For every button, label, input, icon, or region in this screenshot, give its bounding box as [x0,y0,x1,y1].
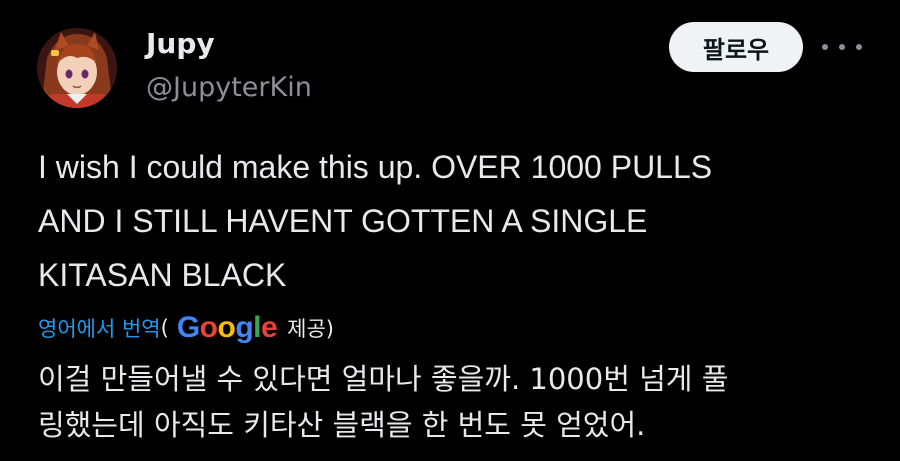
author-display-name[interactable]: Jupy [146,26,215,62]
translated-text: 이걸 만들어낼 수 있다면 얼마나 좋을까. 1000번 넘게 풀 링했는데 아… [38,356,888,448]
tweet-line: KITASAN BLACK [38,257,287,293]
google-logo: Google [176,311,278,344]
dot [839,44,845,50]
dot [856,44,862,50]
dot [822,44,828,50]
follow-button[interactable]: 팔로우 [669,22,803,72]
tweet-text: I wish I could make this up. OVER 1000 P… [38,140,888,302]
tweet-card: Jupy @JupyterKin 팔로우 I wish I could make… [0,0,900,461]
anime-girl-avatar-icon [37,28,117,108]
translated-line: 링했는데 아직도 키타산 블랙을 한 번도 못 얻었어. [38,408,646,442]
provided-by-label: 제공) [287,317,335,341]
avatar[interactable] [37,28,117,108]
open-paren: ( [160,316,169,340]
translated-line: 이걸 만들어낼 수 있다면 얼마나 좋을까. 1000번 넘게 풀 [38,362,729,396]
translated-from-link[interactable]: 영어에서 번역 [38,313,161,343]
more-horizontal-icon[interactable] [822,34,862,60]
tweet-line: AND I STILL HAVENT GOTTEN A SINGLE [38,203,648,239]
translation-attribution: 영어에서 번역 ( Google 제공) [38,310,334,346]
tweet-line: I wish I could make this up. OVER 1000 P… [38,149,713,185]
author-handle[interactable]: @JupyterKin [146,70,312,106]
